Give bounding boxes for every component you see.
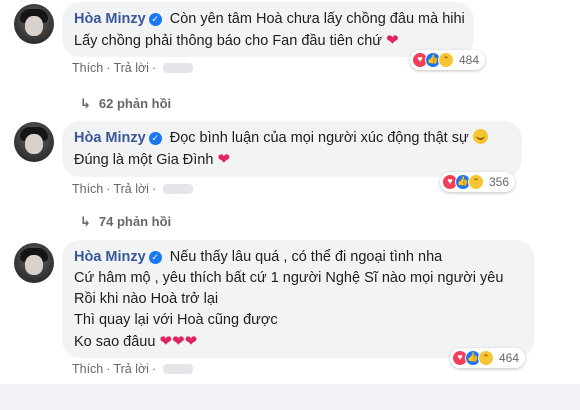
- reply-link[interactable]: Trả lời: [113, 61, 149, 75]
- comment-bubble: Hòa Minzy ✓ Đọc bình luận của mọi người x…: [62, 121, 522, 177]
- reactions-summary[interactable]: ♥ 👍 ᵔ 464: [450, 348, 526, 368]
- reactions-summary[interactable]: ♥ 👍 ᵔ 356: [440, 172, 516, 192]
- reply-arrow-icon: ↳: [80, 96, 91, 111]
- comment-text-line: Cứ hâm mộ , yêu thích bất cứ 1 người Ngh…: [74, 270, 504, 286]
- heart-emoji-icon: ❤: [217, 151, 231, 168]
- like-link[interactable]: Thích: [72, 362, 103, 376]
- reactions-summary[interactable]: ♥ 👍 ᵔ 484: [410, 50, 486, 70]
- heart-emoji-icon: ❤: [184, 333, 198, 350]
- reaction-count: 356: [489, 175, 510, 189]
- timestamp: [163, 63, 194, 73]
- comment-text-line: Đúng là một Gia Đình: [74, 152, 214, 168]
- like-link[interactable]: Thích: [72, 182, 103, 196]
- replies-count-label: 74 phản hồi: [98, 214, 172, 229]
- view-replies-link[interactable]: ↳ 62 phản hồi: [80, 96, 171, 112]
- comment-text-line: Ko sao đâuu: [74, 334, 156, 350]
- avatar[interactable]: [14, 243, 54, 283]
- verified-badge-icon: ✓: [148, 132, 162, 145]
- haha-reaction-icon: ᵔ: [478, 350, 494, 366]
- comment-feed: Hòa Minzy ✓ Còn yên tâm Hoà chưa lấy chồn…: [0, 0, 580, 384]
- heart-emoji-icon: ❤: [386, 32, 399, 49]
- timestamp: [163, 364, 194, 374]
- verified-badge-icon: ✓: [148, 251, 162, 264]
- reply-arrow-icon: ↳: [80, 214, 91, 229]
- verified-badge-icon: ✓: [148, 13, 162, 26]
- reaction-count: 464: [499, 351, 520, 365]
- reply-link[interactable]: Trả lời: [113, 182, 149, 196]
- replies-count-label: 62 phản hồi: [98, 96, 172, 111]
- comment-text-line: Nếu thấy lâu quá , có thể đi ngoại tình …: [169, 249, 443, 265]
- view-replies-link[interactable]: ↳ 74 phản hồi: [80, 214, 171, 230]
- smile-emoji-icon: [472, 129, 488, 144]
- timestamp: [163, 184, 194, 194]
- haha-reaction-icon: ᵔ: [468, 174, 484, 190]
- comment-text-line: Thì quay lại với Hoà cũng được: [74, 312, 278, 328]
- comment-bubble: Hòa Minzy ✓ Còn yên tâm Hoà chưa lấy chồn…: [62, 2, 474, 57]
- heart-emoji-icon: ❤: [172, 333, 185, 350]
- comment-author[interactable]: Hòa Minzy: [74, 11, 146, 27]
- comment-text-line: Còn yên tâm Hoà chưa lấy chồng đâu mà hi…: [169, 11, 465, 27]
- comment-text-line: Đọc bình luận của mọi người xúc động thậ…: [169, 130, 469, 146]
- reaction-count: 484: [459, 53, 480, 67]
- comment-author[interactable]: Hòa Minzy: [74, 130, 146, 146]
- heart-emoji-icon: ❤: [159, 333, 173, 350]
- avatar[interactable]: [14, 122, 54, 162]
- comment-text-line: Rồi khi nào Hoà trở lại: [74, 291, 219, 307]
- haha-reaction-icon: ᵔ: [438, 52, 454, 68]
- comment-bubble: Hòa Minzy ✓ Nếu thấy lâu quá , có thể đi …: [62, 240, 534, 358]
- like-link[interactable]: Thích: [72, 61, 103, 75]
- comment-actions: Thích · Trả lời ·: [72, 182, 194, 196]
- comment-actions: Thích · Trả lời ·: [72, 362, 194, 376]
- comment-text-line: Lấy chồng phải thông báo cho Fan đầu tiê…: [74, 33, 382, 49]
- reply-link[interactable]: Trả lời: [113, 362, 149, 376]
- comment-actions: Thích · Trả lời ·: [72, 61, 194, 75]
- avatar[interactable]: [14, 4, 54, 44]
- comment-author[interactable]: Hòa Minzy: [74, 249, 146, 265]
